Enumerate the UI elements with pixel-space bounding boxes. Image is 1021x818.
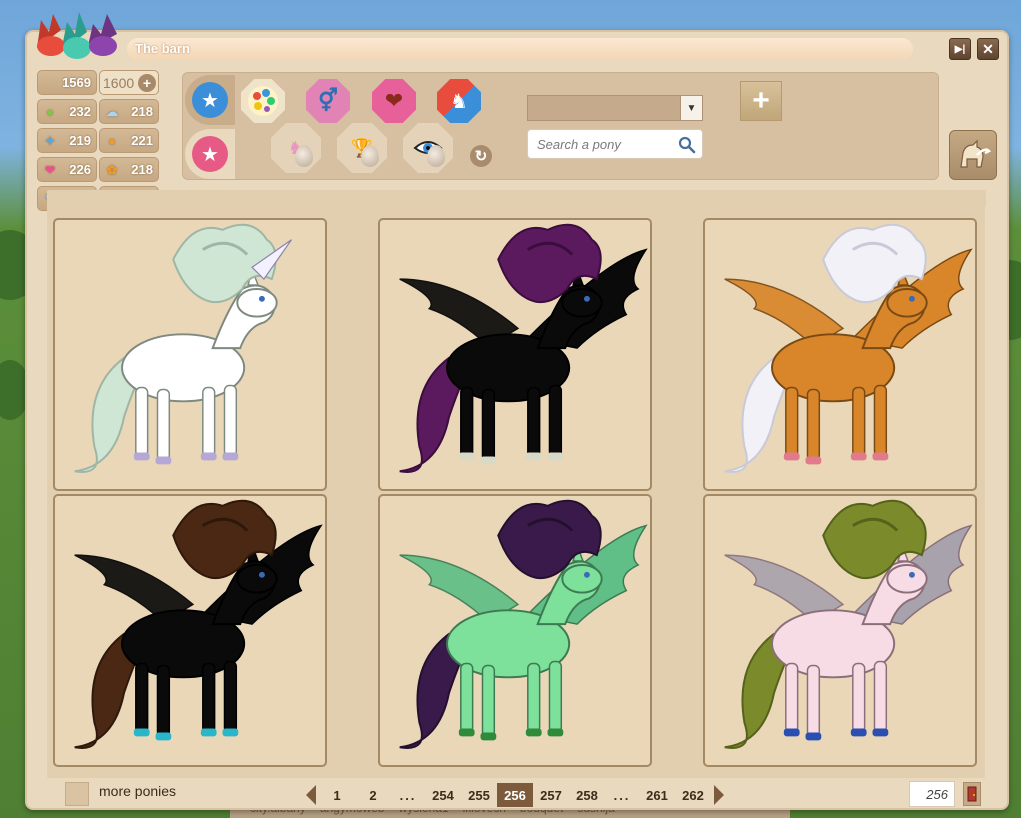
pony-illustration (724, 499, 973, 749)
barn-window: The barn ▶| ✕ 1569 1600 + ● 232 ☁ 218 ✦ 219 ● 2… (25, 12, 1009, 810)
pony-illustration (74, 223, 292, 473)
pony-card-white-unicorn[interactable] (53, 218, 327, 491)
breeding-filter-button[interactable]: ❤ (372, 79, 416, 123)
drop-icon (295, 145, 313, 167)
gender-filter-button[interactable]: ⚥ (306, 79, 350, 123)
pony-family-filter-button[interactable]: ♞ (437, 79, 481, 123)
pagination: 1 2... 254 255 256 257 258... 261 262 (303, 782, 727, 808)
page-link-256[interactable]: 256 (497, 783, 533, 807)
pony-type-filter[interactable]: ♞ (271, 123, 321, 173)
pony-card-black-pegasus[interactable] (378, 218, 652, 491)
currency-1: 1569 (37, 70, 97, 95)
orange-icon: ● (108, 134, 116, 148)
filter-panel: ★ ★ ⚥ ❤ ♞ ♞ 🏆 ↻ ▼ Search a pony + (182, 72, 939, 180)
currency-2-value: 1600 (103, 74, 135, 91)
bone-icon: ✦ (44, 134, 56, 148)
more-ponies-checkbox[interactable] (65, 782, 89, 806)
page-link-1[interactable]: 1 (319, 783, 355, 807)
drop-icon (361, 145, 379, 167)
stat-paw: ✿ 218 (99, 157, 159, 182)
pony-illustration (399, 499, 648, 749)
tab-favorites[interactable]: ★ (185, 129, 235, 179)
stat-bone: ✦ 219 (37, 128, 97, 153)
stat-value: 218 (131, 162, 153, 177)
page-link-258[interactable]: 258 (569, 783, 605, 807)
page-link-262[interactable]: 262 (675, 783, 711, 807)
stat-value: 219 (69, 133, 91, 148)
search-input[interactable] (528, 130, 668, 158)
search-icon[interactable] (676, 134, 698, 156)
stat-value: 232 (69, 104, 91, 119)
pony-export-icon (960, 139, 991, 168)
hearts-icon: ❤ (384, 88, 404, 113)
heart-icon: ❤ (44, 163, 56, 177)
folder-star-icon: ★ (192, 82, 228, 118)
pony-logo-icon (37, 12, 117, 59)
cloud-icon: ☁ (106, 105, 118, 119)
pink-star-icon: ★ (192, 136, 228, 172)
pony-illustration (724, 223, 973, 473)
stat-value: 218 (131, 104, 153, 119)
pony-family-icon: ♞ (450, 90, 468, 113)
next-page-arrow-icon[interactable] (711, 784, 727, 806)
stat-orange: ● 221 (99, 128, 159, 153)
door-icon (967, 786, 977, 802)
page-ellipsis: ... (399, 787, 417, 803)
trophy-filter[interactable]: 🏆 (337, 123, 387, 173)
add-currency-button[interactable]: + (138, 74, 156, 92)
search-field (527, 129, 703, 159)
stat-value: 221 (131, 133, 153, 148)
pony-card-pink-pegasus[interactable] (703, 494, 977, 767)
refresh-icon: ↻ (474, 148, 488, 165)
page-link-261[interactable]: 261 (639, 783, 675, 807)
pony-card-orange-pegasus[interactable] (703, 218, 977, 491)
paw-icon: ✿ (106, 163, 118, 177)
add-button[interactable]: + (740, 81, 782, 121)
stat-heart: ❤ 226 (37, 157, 97, 182)
palette-icon (248, 86, 278, 116)
go-page-button[interactable] (963, 782, 981, 806)
refresh-button[interactable]: ↻ (470, 145, 492, 167)
gender-icon: ⚥ (318, 88, 338, 113)
tab-folder[interactable]: ★ (185, 75, 235, 125)
sort-select[interactable]: ▼ (527, 95, 703, 121)
pony-illustration (74, 499, 323, 749)
more-ponies-label: more ponies (99, 783, 177, 799)
currency-1-value: 1569 (62, 75, 91, 90)
drop-icon (427, 145, 445, 167)
pony-illustration (399, 223, 648, 473)
page-link-2[interactable]: 2 (355, 783, 391, 807)
stat-cloud: ☁ 218 (99, 99, 159, 124)
eye-filter[interactable] (403, 123, 453, 173)
page-link-254[interactable]: 254 (425, 783, 461, 807)
apple-icon: ● (46, 105, 54, 119)
currency-2: 1600 + (99, 70, 159, 95)
chevron-down-icon[interactable]: ▼ (680, 96, 702, 120)
pony-card-black-pegasus-brown[interactable] (53, 494, 327, 767)
pony-card-mint-pegasus[interactable] (378, 494, 652, 767)
close-icon: ✕ (982, 40, 994, 57)
page-link-255[interactable]: 255 (461, 783, 497, 807)
pony-grid (47, 190, 985, 778)
stat-value: 226 (69, 162, 91, 177)
close-button[interactable]: ✕ (977, 38, 999, 60)
prev-page-arrow-icon[interactable] (303, 784, 319, 806)
skip-button[interactable]: ▶| (949, 38, 971, 60)
color-filter-button[interactable] (241, 79, 285, 123)
stat-apple: ● 232 (37, 99, 97, 124)
page-link-257[interactable]: 257 (533, 783, 569, 807)
page-number-input[interactable] (909, 781, 955, 807)
page-ellipsis: ... (613, 787, 631, 803)
window-title: The barn (127, 38, 913, 60)
skip-icon: ▶| (954, 43, 966, 55)
plus-icon: + (752, 84, 770, 117)
export-pony-button[interactable] (949, 130, 997, 180)
